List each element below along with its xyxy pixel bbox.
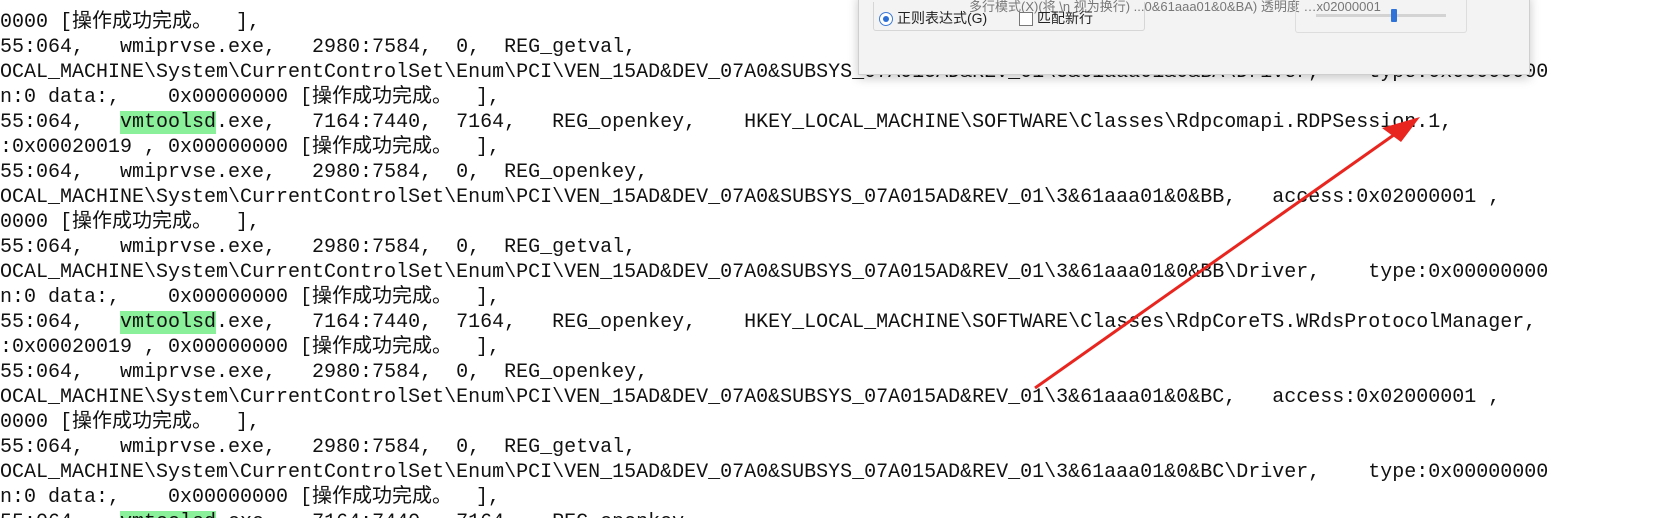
log-text: n:0 data:, 0x00000000 [操作成功完成。 ], [0,286,501,309]
log-line: 55:064, wmiprvse.exe, 2980:7584, 0, REG_… [0,360,648,385]
transparency-slider-thumb[interactable] [1391,9,1397,22]
log-line: OCAL_MACHINE\System\CurrentControlSet\En… [0,385,1500,410]
log-text: 55:064, wmiprvse.exe, 2980:7584, 0, REG_… [0,161,649,184]
log-text: OCAL_MACHINE\System\CurrentControlSet\En… [0,461,1549,484]
log-text: :0x00020019 , 0x00000000 [操作成功完成。 ], [0,336,501,359]
match-newline-label[interactable]: 匹配新行 [1037,8,1093,28]
log-text: 55:064, wmiprvse.exe, 2980:7584, 0, REG_… [0,436,637,459]
log-text: OCAL_MACHINE\System\CurrentControlSet\En… [0,261,1549,284]
log-text: OCAL_MACHINE\System\CurrentControlSet\En… [0,386,1501,409]
log-line: 0000 [操作成功完成。 ], [0,210,260,235]
log-text: 55:064, [0,111,121,134]
log-text: n:0 data:, 0x00000000 [操作成功完成。 ], [0,486,501,509]
search-match-highlight: vmtoolsd [120,511,217,518]
log-line: 55:064, vmtoolsd.exe, 7164:7440, 7164, R… [0,310,1536,335]
log-text: 0000 [操作成功完成。 ], [0,11,261,34]
log-line: 0000 [操作成功完成。 ], [0,410,260,435]
log-text: .exe, 7164:7440, 7164, REG_openkey, HKEY… [216,111,1453,134]
log-text: 55:064, wmiprvse.exe, 2980:7584, 0, REG_… [0,36,637,59]
log-text: OCAL_MACHINE\System\CurrentControlSet\En… [0,186,1501,209]
log-line: 55:064, wmiprvse.exe, 2980:7584, 0, REG_… [0,435,636,460]
search-match-highlight: vmtoolsd [120,311,217,334]
log-line: 55:064, wmiprvse.exe, 2980:7584, 0, REG_… [0,160,648,185]
log-text: 55:064, [0,511,120,518]
log-line: n:0 data:, 0x00000000 [操作成功完成。 ], [0,485,500,510]
log-text: 0000 [操作成功完成。 ], [0,411,261,434]
search-match-highlight: vmtoolsd [120,111,217,134]
log-text: 55:064, wmiprvse.exe, 2980:7584, 0, REG_… [0,361,649,384]
log-text: .exe, 7164:7440, 7164, REG_openkey, [216,511,696,518]
log-line: :0x00020019 , 0x00000000 [操作成功完成。 ], [0,135,500,160]
transparency-box [1295,0,1467,33]
text-editor[interactable]: 0000 [操作成功完成。 ], 55:064, wmiprvse.exe, 29… [0,0,1678,518]
log-text: n:0 data:, 0x00000000 [操作成功完成。 ], [0,86,501,109]
log-text: 0000 [操作成功完成。 ], [0,211,261,234]
log-text: 55:064, wmiprvse.exe, 2980:7584, 0, REG_… [0,236,637,259]
log-text: .exe, 7164:7440, 7164, REG_openkey, HKEY… [216,311,1537,334]
regex-radio[interactable] [879,12,893,26]
log-line: 0000 [操作成功完成。 ], [0,10,260,35]
transparency-slider-track[interactable] [1316,9,1446,22]
match-newline-checkbox[interactable] [1019,12,1033,26]
log-line: OCAL_MACHINE\System\CurrentControlSet\En… [0,460,1548,485]
log-line: OCAL_MACHINE\System\CurrentControlSet\En… [0,260,1548,285]
log-text: 55:064, [0,311,121,334]
log-line: 55:064, wmiprvse.exe, 2980:7584, 0, REG_… [0,35,636,60]
log-line: n:0 data:, 0x00000000 [操作成功完成。 ], [0,85,500,110]
log-line: 55:064, vmtoolsd.exe, 7164:7440, 7164, R… [0,110,1452,135]
log-text: :0x00020019 , 0x00000000 [操作成功完成。 ], [0,136,501,159]
find-dialog: 多行模式(X)(将 \n 视为换行) ...0&61aaa01&0&BA) 透明… [858,0,1530,75]
log-line: :0x00020019 , 0x00000000 [操作成功完成。 ], [0,335,500,360]
log-line: n:0 data:, 0x00000000 [操作成功完成。 ], [0,285,500,310]
log-line: 55:064, wmiprvse.exe, 2980:7584, 0, REG_… [0,235,636,260]
regex-label[interactable]: 正则表达式(G) [897,8,987,28]
log-line: OCAL_MACHINE\System\CurrentControlSet\En… [0,185,1500,210]
log-line: 55:064, vmtoolsd.exe, 7164:7440, 7164, R… [0,510,696,518]
